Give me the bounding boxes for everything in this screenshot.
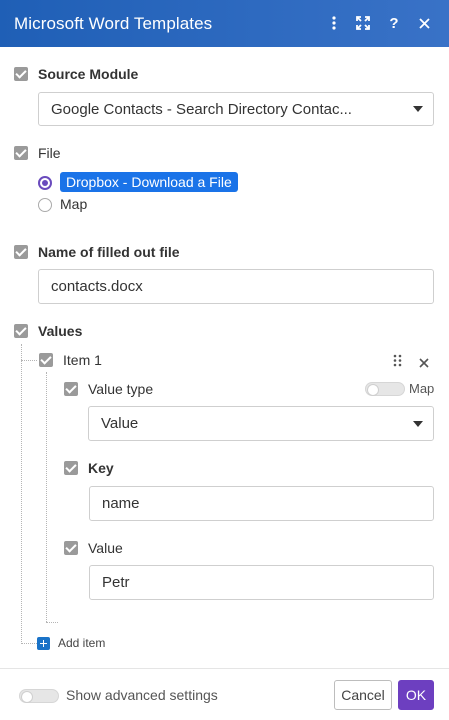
file-radio-dropbox[interactable]	[38, 176, 52, 190]
add-item-link[interactable]: Add item	[58, 636, 105, 650]
value-type-checkbox[interactable]	[64, 382, 78, 396]
value-type-select[interactable]: Value	[88, 406, 434, 441]
item-checkbox[interactable]	[39, 353, 53, 367]
value-label: Value	[88, 540, 123, 556]
file-radio-map[interactable]	[38, 198, 52, 212]
source-module-select[interactable]: Google Contacts - Search Directory Conta…	[38, 92, 434, 126]
filename-value: contacts.docx	[51, 278, 143, 295]
tree-branch	[21, 360, 37, 361]
advanced-settings-label: Show advanced settings	[66, 687, 218, 703]
filename-input[interactable]: contacts.docx	[38, 269, 434, 304]
value-type-label: Value type	[88, 381, 154, 397]
filename-label: Name of filled out file	[38, 244, 180, 260]
tree-line	[21, 344, 22, 644]
file-option-dropbox[interactable]: Dropbox - Download a File	[60, 172, 238, 192]
drag-handle-icon[interactable]	[393, 354, 403, 367]
help-icon[interactable]: ?	[383, 12, 405, 34]
chevron-down-icon	[413, 420, 423, 427]
close-icon[interactable]	[413, 12, 435, 34]
file-checkbox[interactable]	[14, 146, 28, 160]
map-toggle-label: Map	[409, 381, 435, 396]
values-label: Values	[38, 323, 83, 339]
tree-line	[46, 372, 47, 622]
tree-branch	[21, 643, 37, 644]
dialog-footer: Show advanced settings Cancel OK	[0, 668, 449, 720]
key-label: Key	[88, 460, 114, 476]
file-label: File	[38, 145, 61, 161]
source-module-label: Source Module	[38, 66, 139, 82]
dialog-header: Microsoft Word Templates ?	[0, 0, 449, 47]
cancel-button[interactable]: Cancel	[334, 680, 392, 710]
filename-checkbox[interactable]	[14, 245, 28, 259]
more-vertical-icon[interactable]	[323, 12, 345, 34]
advanced-settings-toggle[interactable]	[19, 689, 59, 703]
remove-item-icon[interactable]	[419, 355, 429, 368]
key-input[interactable]: name	[89, 486, 434, 521]
source-module-checkbox[interactable]	[14, 67, 28, 81]
file-option-map[interactable]: Map	[60, 196, 87, 212]
ok-button[interactable]: OK	[398, 680, 434, 710]
value-input[interactable]: Petr	[89, 565, 434, 600]
map-toggle[interactable]	[365, 382, 405, 396]
chevron-down-icon	[413, 106, 423, 112]
add-item-icon[interactable]	[37, 637, 50, 650]
key-checkbox[interactable]	[64, 461, 78, 475]
value-value: Petr	[102, 574, 130, 591]
source-module-value: Google Contacts - Search Directory Conta…	[51, 100, 352, 118]
key-value: name	[102, 495, 140, 512]
expand-icon[interactable]	[352, 12, 374, 34]
values-checkbox[interactable]	[14, 324, 28, 338]
tree-branch	[46, 622, 58, 623]
item-label: Item 1	[63, 352, 102, 368]
value-type-value: Value	[101, 415, 139, 432]
value-checkbox[interactable]	[64, 541, 78, 555]
dialog-title: Microsoft Word Templates	[14, 13, 213, 33]
